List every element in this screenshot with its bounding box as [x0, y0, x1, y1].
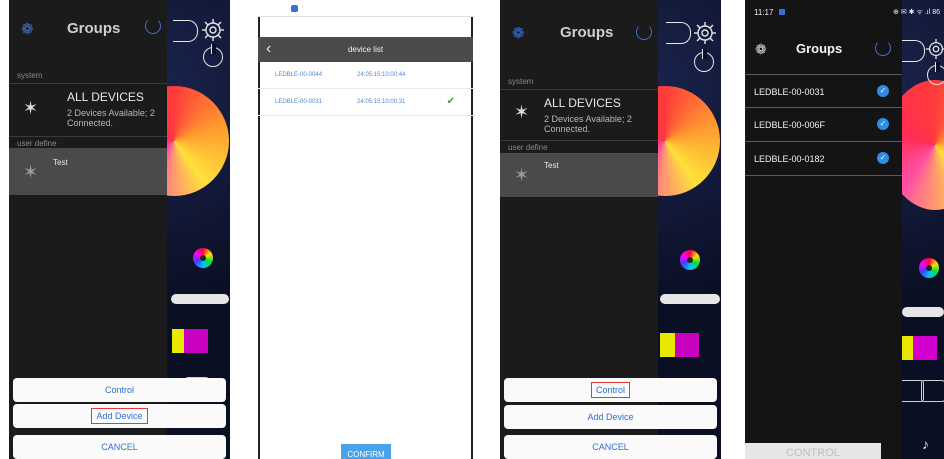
cancel-label: CANCEL	[592, 442, 629, 452]
all-devices-subtitle: 2 Devices Available; 2 Connected.	[67, 108, 155, 128]
panel-groups-add-device: ❁ Groups system ✶ ALL DEVICES 2 Devices …	[9, 0, 230, 459]
divider	[9, 136, 167, 137]
device-row[interactable]: LEDBLE-00-006F ✓	[745, 108, 902, 142]
group-name: Test	[544, 161, 559, 170]
groups-drawer: 11:17 ❁ Groups LEDBLE-00-0031 ✓ LEDBLE-0…	[745, 0, 902, 459]
all-devices-title: ALL DEVICES	[544, 96, 621, 110]
brightness-slider[interactable]	[171, 294, 229, 304]
action-sheet: Control Add Device CANCEL	[9, 378, 230, 459]
device-name: LEDBLE-00-0031	[754, 87, 825, 97]
device-row[interactable]: LEDBLE-00-0031 24:05:15:10:00:31 ✔	[258, 90, 473, 116]
control-label: Control	[104, 385, 134, 395]
device-row[interactable]: LEDBLE-00-0031 ✓	[745, 74, 902, 108]
group-row-test[interactable]: ✶ Test	[500, 153, 658, 197]
power-icon[interactable]	[203, 44, 223, 67]
section-label-system: system	[508, 77, 534, 86]
refresh-icon[interactable]	[145, 18, 161, 34]
status-bar	[258, 0, 473, 17]
divider	[500, 140, 658, 141]
action-sheet: Control Add Device CANCEL	[500, 378, 721, 459]
control-button[interactable]: Control	[504, 378, 717, 402]
cancel-button[interactable]: CANCEL	[504, 435, 717, 459]
color-mode-icon[interactable]	[919, 258, 939, 278]
device-name: LEDBLE-00-0031	[275, 99, 323, 105]
control-label: Control	[590, 382, 630, 398]
all-devices-subtitle: 2 Devices Available; 2 Connected.	[544, 114, 632, 134]
app-notification-icon	[291, 5, 298, 12]
bluetooth-icon: ✶	[23, 162, 39, 182]
page-title: Groups	[796, 41, 843, 56]
top-pill-control[interactable]	[900, 40, 925, 62]
status-time: 11:17	[754, 8, 774, 17]
control-button[interactable]: Control	[13, 378, 226, 402]
add-device-label: Add Device	[91, 408, 148, 424]
cancel-button[interactable]: CANCEL	[13, 435, 226, 459]
add-device-button[interactable]: Add Device	[13, 404, 226, 428]
section-label-system: system	[17, 71, 43, 80]
top-pill-control[interactable]	[173, 20, 198, 42]
gear-icon[interactable]	[201, 18, 225, 42]
swatch-magenta[interactable]	[675, 333, 699, 357]
status-right-icons: ⊕ ✉ ✱ ᯤ .ıl 86	[893, 9, 940, 16]
device-time: 24:05:15:10:00:31	[357, 99, 406, 105]
group-row-test[interactable]: ✶ Test	[9, 148, 167, 195]
section-label-user-define: user define	[508, 143, 548, 152]
refresh-icon[interactable]	[875, 40, 891, 56]
page-title: Groups	[67, 20, 121, 37]
check-icon: ✔	[446, 96, 455, 107]
refresh-icon[interactable]	[636, 24, 652, 40]
check-icon[interactable]: ✓	[877, 85, 889, 97]
color-mode-icon[interactable]	[193, 248, 213, 268]
status-notification-icon	[779, 9, 785, 15]
device-time: 24:05:15:10:00:44	[357, 72, 406, 78]
drawer-header: ❁ Groups	[9, 0, 167, 62]
device-name: LEDBLE-00-006F	[754, 120, 826, 130]
bluetooth-icon: ✶	[23, 98, 39, 118]
device-row[interactable]: LEDBLE-00-0182 ✓	[745, 142, 902, 176]
panel-device-list: ‹ device list LEDBLE-00-0044 24:05:15:10…	[258, 0, 473, 459]
page-title: Groups	[560, 24, 614, 41]
panel-groups-devices: 11:17 ❁ Groups LEDBLE-00-0031 ✓ LEDBLE-0…	[745, 0, 944, 459]
power-icon[interactable]	[927, 62, 944, 85]
check-icon[interactable]: ✓	[877, 152, 889, 164]
all-devices-title: ALL DEVICES	[67, 90, 144, 104]
music-note-icon[interactable]: ♪	[922, 436, 929, 452]
brightness-slider[interactable]	[660, 294, 720, 304]
device-name: LEDBLE-00-0182	[754, 154, 825, 164]
control-button[interactable]: CONTROL	[745, 443, 881, 459]
color-mode-icon[interactable]	[680, 250, 700, 270]
add-device-label: Add Device	[587, 412, 634, 422]
gear-icon[interactable]	[925, 38, 944, 60]
all-devices-row[interactable]: ✶ ALL DEVICES 2 Devices Available; 2 Con…	[500, 90, 658, 140]
device-name: LEDBLE-00-0044	[275, 72, 323, 78]
page-title: device list	[347, 45, 384, 54]
cancel-label: CANCEL	[101, 442, 138, 452]
device-row[interactable]: LEDBLE-00-0044 24:05:15:10:00:44	[258, 63, 473, 89]
swatch-magenta[interactable]	[184, 329, 208, 353]
group-name: Test	[53, 158, 68, 167]
brightness-slider[interactable]	[902, 307, 944, 317]
nav-bar: ‹ device list	[258, 37, 473, 62]
check-icon[interactable]: ✓	[877, 118, 889, 130]
power-icon[interactable]	[694, 49, 714, 72]
app-logo-icon: ❁	[512, 25, 525, 42]
add-device-button[interactable]: Add Device	[504, 405, 717, 429]
drawer-header: ❁ Groups	[500, 0, 658, 62]
app-logo-icon: ❁	[21, 21, 34, 38]
all-devices-row[interactable]: ✶ ALL DEVICES 2 Devices Available; 2 Con…	[9, 84, 167, 136]
confirm-button[interactable]: CONFIRM	[341, 444, 391, 459]
gear-icon[interactable]	[693, 21, 717, 45]
section-label-user-define: user define	[17, 139, 57, 148]
bluetooth-icon: ✶	[514, 102, 530, 122]
bluetooth-icon: ✶	[514, 165, 530, 185]
app-logo-icon: ❁	[755, 41, 767, 57]
panel-groups-control: ❁ Groups system ✶ ALL DEVICES 2 Devices …	[500, 0, 721, 459]
top-pill-control[interactable]	[666, 22, 691, 44]
swatch-magenta[interactable]	[913, 336, 937, 360]
add-square-button[interactable]	[921, 380, 944, 402]
